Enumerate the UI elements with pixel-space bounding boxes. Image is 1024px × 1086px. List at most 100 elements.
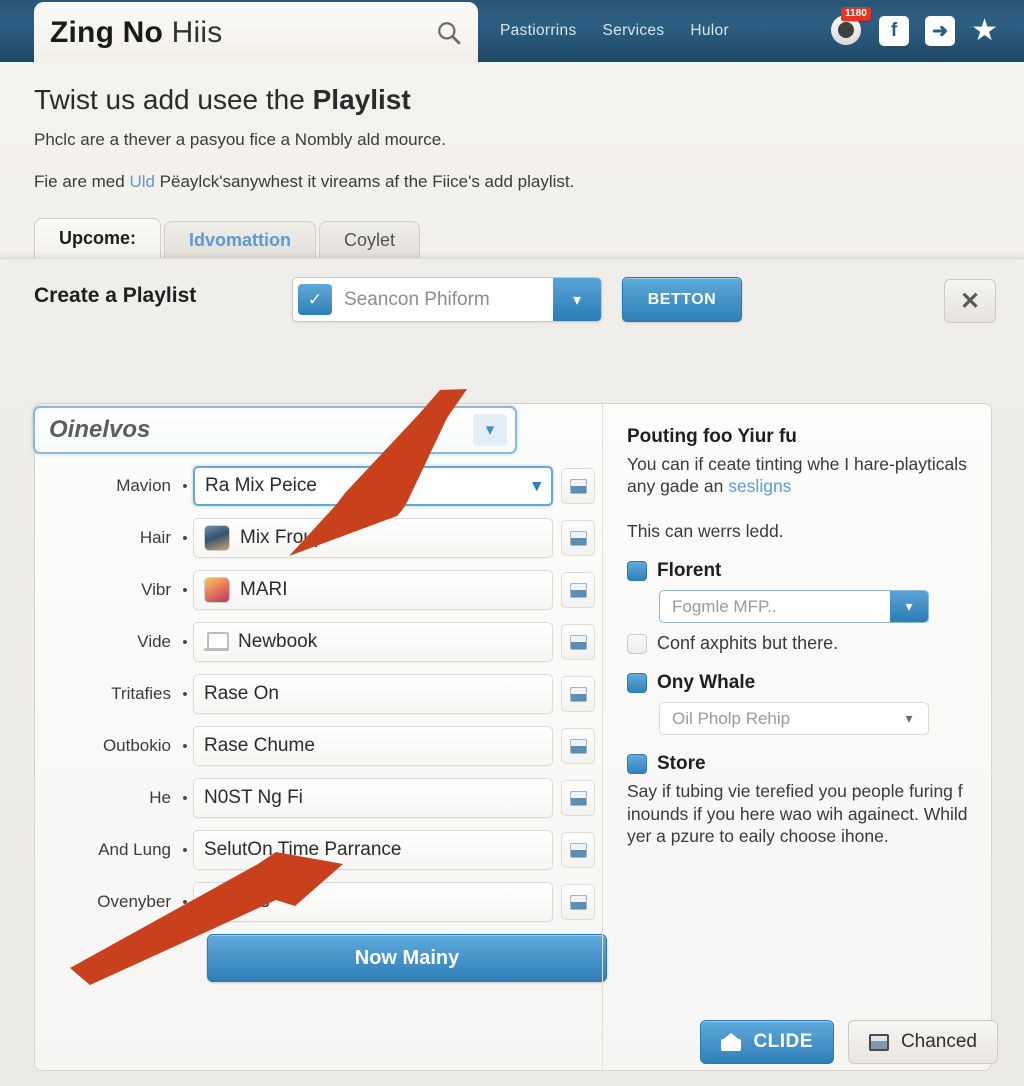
tab-bar: Upcome: Idvomattion Coylet [34,218,423,258]
checkbox-icon[interactable] [627,673,647,694]
intro-link[interactable]: Uld [129,172,155,191]
nav-link-hulor[interactable]: Hulor [690,22,729,40]
search-icon[interactable] [436,20,462,46]
header-select-checkbox[interactable]: ✓ [298,284,332,315]
chevron-down-icon[interactable]: ▾ [532,476,541,496]
page-title-plain: Twist us add usee the [34,84,313,115]
row-label: Outbokio [102,736,171,755]
table-row: Outbokio • Rase Chume [35,720,601,772]
row-field-vide[interactable]: Newbook [193,622,553,662]
playlist-type-select[interactable]: Oinelvos ▾ [33,406,517,454]
now-mainy-button[interactable]: Now Mainy [207,934,607,982]
chevron-down-icon[interactable]: ▾ [473,414,507,446]
row-value: Rase Chume [204,735,315,756]
nav-link-services[interactable]: Services [603,22,665,40]
row-field-he[interactable]: N0ST Ng Fi [193,778,553,818]
options-note: This can werrs ledd. [627,520,784,541]
options-column: Pouting foo Yiur fu You can if ceate tin… [602,404,993,1072]
header-select[interactable]: ✓ Seancon Phiform ▾ [292,277,602,322]
intro-p2-post: Pëaylck'sаnywhest it vireams af the Fiic… [154,172,575,191]
row-aux-button[interactable] [561,832,595,868]
media-icon [569,530,587,546]
close-icon[interactable]: ✕ [944,279,996,323]
option-label: Store [657,753,706,775]
betton-button[interactable]: BETTON [622,277,742,322]
row-aux-button[interactable] [561,624,595,660]
row-value: MARI [240,579,288,600]
option-conf-axphits[interactable]: Conf axphits but there. [627,633,969,654]
nav-link-pastiorrins[interactable]: Pastiorrins [500,22,577,40]
row-label: Hair [139,528,171,547]
row-field-tritafies[interactable]: Rase On [193,674,553,714]
row-bullet: • [182,893,188,911]
row-value: N0ST Ng Fi [204,787,303,808]
image-icon [868,1033,889,1051]
options-desc-link[interactable]: sesligns [728,476,791,496]
table-row: And Lung • SelutOn Time Parrance [35,824,601,876]
row-aux-button[interactable] [561,884,595,920]
thumbnail-icon [204,525,230,551]
checkbox-icon[interactable] [627,754,647,775]
chanced-button[interactable]: Chanced [847,1020,998,1064]
option-label: Ony Whale [657,672,756,694]
site-title-bold: Zing No [50,16,164,49]
table-row: Hair • Mix Froup [35,512,601,564]
facebook-icon[interactable]: f [879,16,910,46]
row-aux-button[interactable] [561,676,595,712]
row-bullet: • [182,581,188,599]
row-field-and-lung[interactable]: SelutOn Time Parrance [193,830,553,870]
option-label: Florent [657,560,722,582]
row-field-vibr[interactable]: MARI [193,570,553,610]
share-arrow-icon[interactable]: ➜ [925,16,956,46]
row-aux-button[interactable] [561,780,595,816]
row-field-hair[interactable]: Mix Froup [193,518,553,558]
row-aux-button[interactable] [561,520,595,556]
row-value: Rase On [204,683,279,704]
chevron-down-icon[interactable]: ▾ [553,278,601,321]
option-florent[interactable]: Florent [627,560,969,582]
clide-button[interactable]: CLIDE [700,1020,834,1064]
row-field-mavion[interactable]: Ra Mix Peice ▾ [193,466,553,506]
row-field-ovenyber[interactable]: Jedgels [193,882,553,922]
media-icon [569,894,587,910]
table-row: Vide • Newbook [35,616,601,668]
star-icon[interactable]: ★ [971,16,998,46]
store-description: Say if tubing vie terefied you people fu… [627,781,968,846]
row-bullet: • [182,737,188,755]
row-aux-button[interactable] [561,468,595,504]
table-row: Vibr • MARI [35,564,601,616]
florent-select-value: Fogmle MFP.. [672,596,777,616]
row-label: Vibr [141,580,171,599]
row-value: Newbook [238,631,318,652]
media-icon [569,582,587,598]
row-value: Ra Mix Peice [205,475,317,496]
nav-icon-group: 1180 f ➜ ★ [831,0,998,62]
florent-select[interactable]: Fogmle MFP.. ▾ [659,590,929,624]
notification-badge: 1180 [841,7,871,21]
tab-idvomattion[interactable]: Idvomattion [164,221,317,258]
option-ony-whale[interactable]: Ony Whale [627,672,969,694]
chevron-down-icon[interactable]: ▾ [890,591,928,623]
row-value: SelutOn Time Parrance [204,839,402,860]
options-description: You can if ceate tinting whe I hare-play… [627,453,969,498]
search-box[interactable]: Zing No Hiis [34,2,478,64]
chanced-button-label: Chanced [900,1031,977,1052]
row-field-outbokio[interactable]: Rase Chume [193,726,553,766]
tab-coylet[interactable]: Coylet [319,221,421,258]
account-icon[interactable]: 1180 [831,7,871,47]
playlist-type-value: Oinelvos [49,416,151,443]
option-store[interactable]: Store [627,753,969,775]
tab-upcome[interactable]: Upcome: [34,218,162,258]
ony-whale-select[interactable]: Oil Pholp Rehip ▾ [659,702,929,736]
table-row: Mavion • Ra Mix Peice ▾ [35,460,601,512]
row-bullet: • [182,685,188,703]
checkbox-icon[interactable] [627,633,647,654]
checkbox-icon[interactable] [627,561,647,582]
home-icon [721,1033,742,1051]
row-aux-button[interactable] [561,728,595,764]
chevron-down-icon[interactable]: ▾ [890,703,928,734]
row-value: Jedgels [204,891,270,912]
row-aux-button[interactable] [561,572,595,608]
media-icon [569,738,587,754]
options-heading: Pouting foo Yiur fu [627,426,797,447]
